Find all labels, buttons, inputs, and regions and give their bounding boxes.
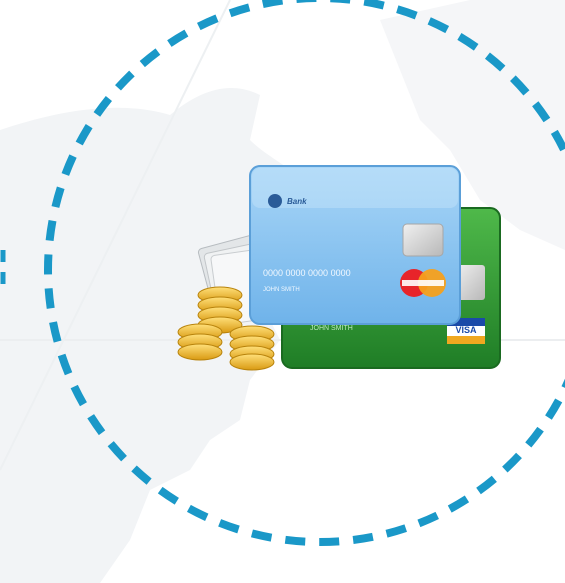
chip-icon [402,223,444,257]
front-card: Bank 0000 0000 0000 0000 JOHN SMITH [249,165,461,325]
card-holder-name: JOHN SMITH [263,287,300,293]
svg-text:VISA: VISA [455,325,477,335]
card-number: 0000 0000 0000 0000 [263,268,351,278]
illustration-canvas: VISA JOHN SMITH Bank 0000 0000 0000 0000… [0,0,565,583]
back-card-holder: JOHN SMITH [310,325,353,332]
mastercard-logo [400,269,446,297]
payment-cards-and-coins-icon: VISA JOHN SMITH Bank 0000 0000 0000 0000… [177,165,501,371]
bank-logo-icon [268,194,282,208]
bank-label: Bank [287,197,307,206]
